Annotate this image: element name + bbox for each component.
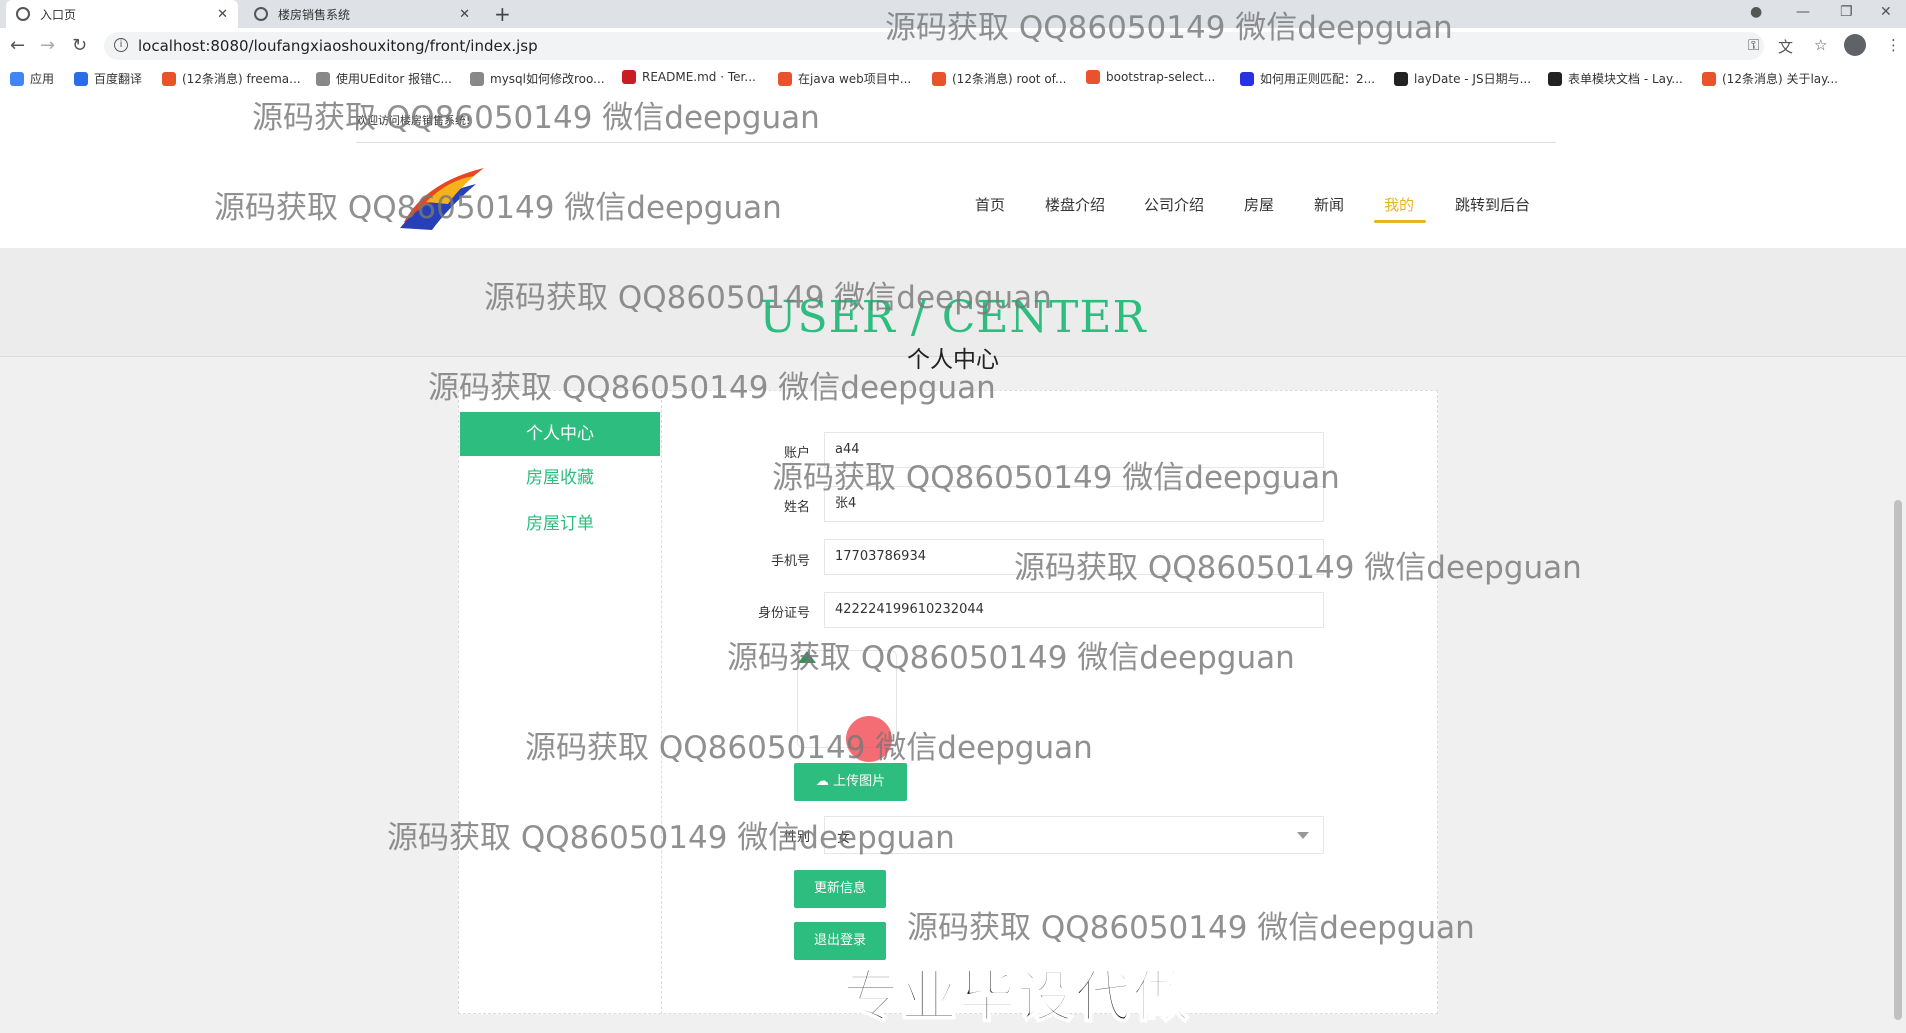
csdn-icon [778,71,792,86]
forward-icon[interactable]: → [40,35,55,56]
watermark: 源码获取 QQ86050149 微信deepguan [885,10,1453,46]
sidebar-item-favorites[interactable]: 房屋收藏 [460,456,660,500]
watermark: 源码获取 QQ86050149 微信deepguan [727,640,1295,676]
new-tab-icon[interactable]: + [494,2,511,26]
tab-entry-page[interactable]: 入口页 ✕ [6,0,238,28]
baidu-icon [74,71,88,86]
tab-title: 入口页 [40,7,77,22]
watermark: 源码获取 QQ86050149 微信deepguan [387,820,955,856]
bookmark-item[interactable]: 使用UEditor 报错C... [316,70,452,87]
sidebar-item-user-center[interactable]: 个人中心 [460,412,660,456]
avatar[interactable] [1844,34,1866,56]
promo-overlay-text: 专业毕设代做 [842,964,1191,1031]
nav-mine[interactable]: 我的 [1384,194,1414,215]
minimize-icon[interactable]: — [1796,4,1810,20]
watermark: 源码获取 QQ86050149 微信deepguan [907,910,1475,946]
watermark: 源码获取 QQ86050149 微信deepguan [525,730,1093,766]
sidebar: 个人中心 房屋收藏 房屋订单 [458,390,662,1014]
page-icon [470,71,484,86]
bookmark-item[interactable]: 如何用正则匹配：2... [1240,70,1375,87]
watermark: 源码获取 QQ86050149 微信deepguan [214,190,782,226]
watermark: 源码获取 QQ86050149 微信deepguan [428,370,996,406]
nav-houses[interactable]: 房屋 [1244,194,1274,215]
update-info-button[interactable]: 更新信息 [794,870,886,908]
restore-icon[interactable]: ❐ [1840,4,1853,20]
csdn-icon [162,71,176,86]
bookmark-apps[interactable]: 应用 [10,70,54,87]
nav-news[interactable]: 新闻 [1314,194,1344,215]
bookmark-item[interactable]: (12条消息) freema... [162,70,301,87]
page-icon [316,71,330,86]
bookmark-item[interactable]: mysql如何修改roo... [470,70,605,87]
bookmark-item[interactable]: (12条消息) root of... [932,70,1066,87]
profile-menu-icon[interactable]: ● [1750,4,1762,20]
bookmark-item[interactable]: layDate - JS日期与... [1394,70,1531,87]
bookmark-item[interactable]: 百度翻译 [74,70,142,87]
nav-properties[interactable]: 楼盘介绍 [1045,194,1105,215]
watermark: 源码获取 QQ86050149 微信deepguan [484,280,1052,316]
close-icon[interactable]: ✕ [217,7,228,22]
idcard-label: 身份证号 [757,606,810,621]
bookmark-item[interactable]: (12条消息) 关于lay... [1702,70,1838,87]
nav-active-indicator [1374,220,1426,223]
window-close-icon[interactable]: ✕ [1880,4,1892,20]
site-icon [254,7,268,21]
csdn-icon [1702,71,1716,86]
url-text: localhost:8080/loufangxiaoshouxitong/fro… [138,37,538,55]
bookmarks-bar: 应用 百度翻译 (12条消息) freema... 使用UEditor 报错C.… [0,64,1906,93]
layui-icon [1548,71,1562,86]
nav-home[interactable]: 首页 [975,194,1005,215]
globe-icon [16,7,30,21]
layui-icon [1394,71,1408,86]
phone-label: 手机号 [770,554,810,569]
bookmark-item[interactable]: README.md · Ter... [622,70,756,84]
bookmark-item[interactable]: 表单模块文档 - Lay... [1548,70,1683,87]
tab-sales-system[interactable]: 楼房销售系统 ✕ [244,0,480,28]
gitee-icon [622,70,636,84]
translate-icon[interactable]: 文 [1778,36,1793,57]
apps-icon [10,71,24,86]
header-divider [356,142,1556,143]
close-icon[interactable]: ✕ [459,7,470,22]
reload-icon[interactable]: ↻ [72,35,87,56]
back-icon[interactable]: ← [10,35,25,56]
more-icon[interactable]: ⋮ [1886,36,1901,54]
info-icon[interactable]: i [114,38,128,52]
baidu-paw-icon [1240,71,1254,86]
chevron-down-icon [1297,832,1309,839]
csdn-icon [1086,70,1100,84]
watermark: 源码获取 QQ86050149 微信deepguan [772,460,1340,496]
bookmark-item[interactable]: bootstrap-select... [1086,70,1215,84]
cloud-upload-icon: ☁ [815,774,834,789]
key-icon[interactable]: ⚿ [1748,36,1759,54]
name-label: 姓名 [783,500,810,515]
watermark: 源码获取 QQ86050149 微信deepguan [1014,550,1582,586]
watermark: 源码获取 QQ86050149 微信deepguan [252,100,820,136]
star-icon[interactable]: ☆ [1814,36,1827,54]
bookmark-item[interactable]: 在java web项目中... [778,70,911,87]
page-scrollbar[interactable] [1894,500,1902,1020]
idcard-field[interactable]: 422224199610232044 [824,592,1324,628]
sidebar-item-orders[interactable]: 房屋订单 [460,502,660,546]
nav-admin[interactable]: 跳转到后台 [1455,194,1530,215]
csdn-icon [932,71,946,86]
upload-image-button[interactable]: ☁ 上传图片 [794,763,907,801]
nav-company[interactable]: 公司介绍 [1144,194,1204,215]
tab-title: 楼房销售系统 [278,7,351,22]
